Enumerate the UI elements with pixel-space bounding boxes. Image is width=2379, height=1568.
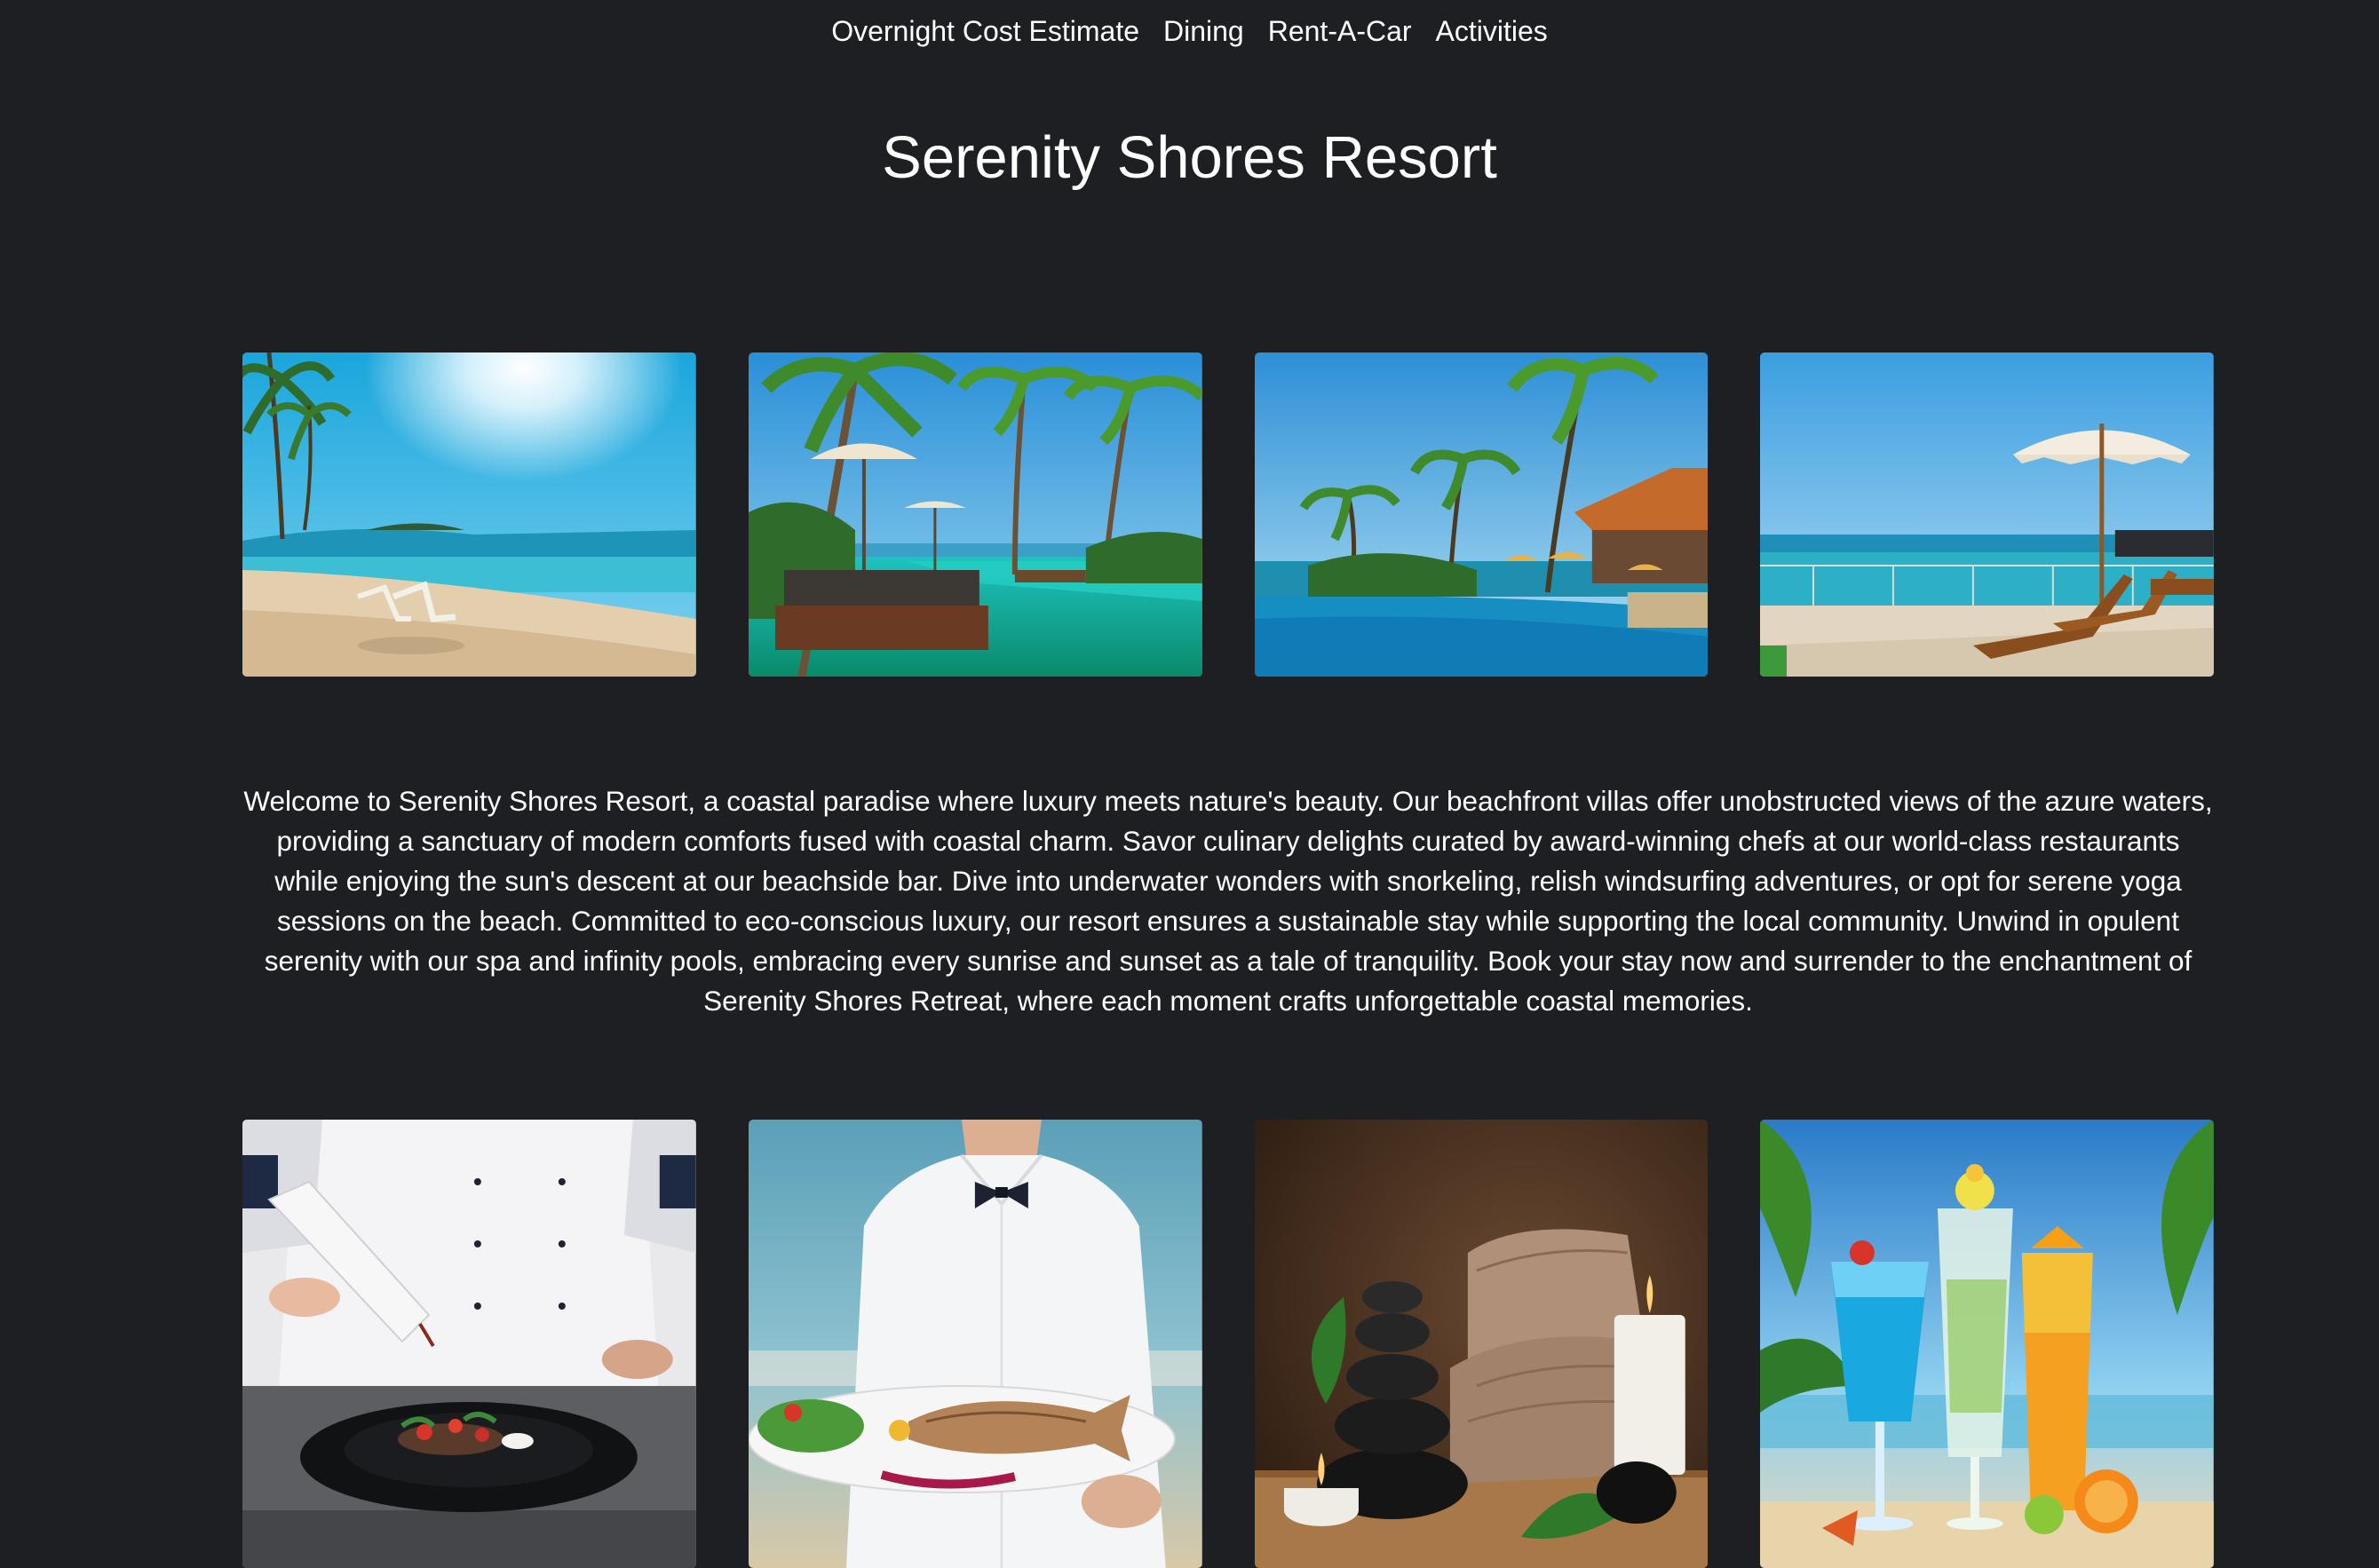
chef-plating-photo[interactable] [242,1120,696,1568]
terrace-loungers-photo[interactable] [1760,352,2214,677]
beach-lounge-chairs-photo[interactable] [242,352,696,677]
waiter-serving-fish-photo[interactable] [748,1120,1202,1568]
spa-stones-candles-photo[interactable] [1254,1120,1709,1568]
tropical-cocktails-photo[interactable] [1760,1120,2214,1568]
nav-link-activities[interactable]: Activities [1436,9,1548,53]
infinity-pool-photo[interactable] [1254,352,1709,677]
welcome-description: Welcome to Serenity Shores Resort, a coa… [243,785,2213,1017]
resort-gallery [242,352,2214,677]
page-title: Serenity Shores Resort [882,124,1497,191]
amenities-gallery [242,1120,2214,1568]
nav-link-dining[interactable]: Dining [1163,9,1244,53]
pool-palms-photo[interactable] [748,352,1202,677]
page: Overnight Cost Estimate Dining Rent-A-Ca… [0,0,2379,1568]
nav-link-rent-a-car[interactable]: Rent-A-Car [1268,9,1412,53]
nav-link-overnight-cost-estimate[interactable]: Overnight Cost Estimate [831,9,1139,53]
top-nav: Overnight Cost Estimate Dining Rent-A-Ca… [0,9,2379,53]
